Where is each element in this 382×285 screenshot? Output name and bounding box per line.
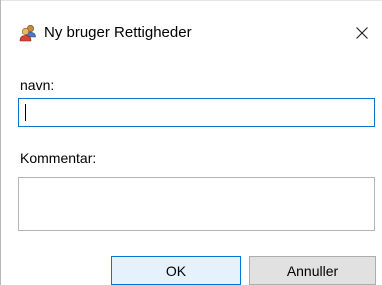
text-caret [25,104,26,121]
comment-label: Kommentar: [20,150,97,166]
dialog-window: Ny bruger Rettigheder navn: Kommentar: O… [0,0,382,285]
window-top-edge [1,0,382,3]
cancel-button[interactable]: Annuller [249,256,376,285]
users-icon [19,24,37,42]
ok-button[interactable]: OK [111,256,241,285]
close-button[interactable] [342,16,382,50]
window-title: Ny bruger Rettigheder [44,24,192,41]
name-input[interactable] [18,98,375,127]
title-bar[interactable]: Ny bruger Rettigheder [1,14,382,50]
comment-textarea[interactable] [18,177,375,231]
name-label: navn: [20,77,55,93]
close-icon [356,27,368,39]
